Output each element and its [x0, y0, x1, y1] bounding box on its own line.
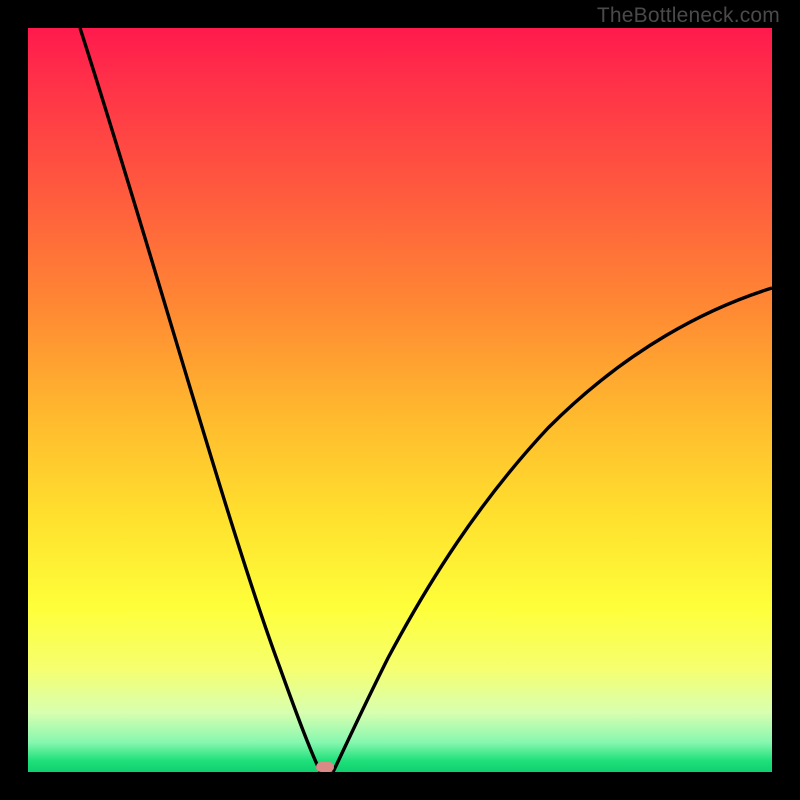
- minimum-marker: [316, 762, 334, 772]
- watermark-text: TheBottleneck.com: [597, 4, 780, 28]
- curve-left-branch: [80, 28, 321, 772]
- curve-right-branch: [333, 288, 772, 772]
- chart-frame: TheBottleneck.com: [0, 0, 800, 800]
- bottleneck-curve: [28, 28, 772, 772]
- plot-area: [28, 28, 772, 772]
